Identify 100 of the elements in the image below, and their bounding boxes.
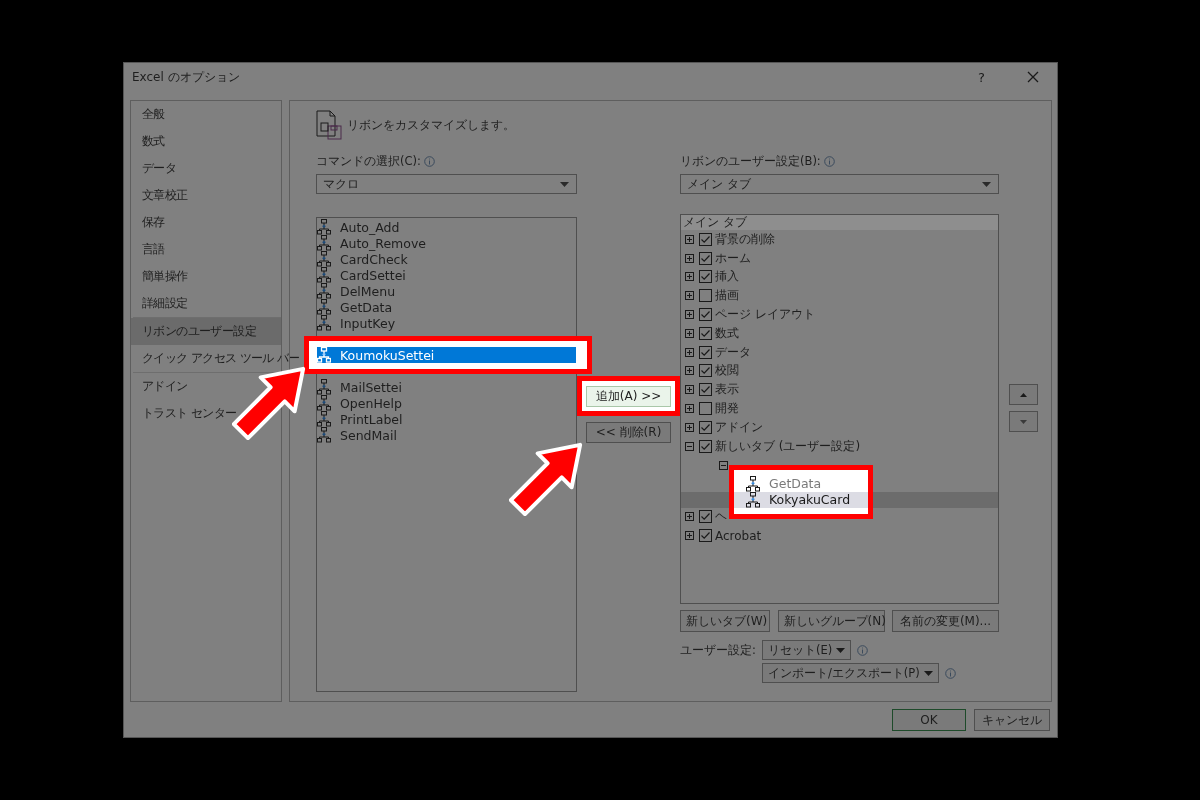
move-up-button[interactable]: [1009, 384, 1038, 405]
sidebar-item[interactable]: 言語: [131, 236, 168, 263]
checkbox[interactable]: [699, 308, 712, 322]
checkbox[interactable]: [699, 326, 712, 340]
expand-icon[interactable]: [685, 310, 694, 320]
checkbox[interactable]: [699, 232, 712, 246]
expand-icon[interactable]: [685, 347, 694, 357]
checkbox[interactable]: [699, 289, 712, 303]
expand-icon[interactable]: [685, 512, 694, 522]
commands-dropdown[interactable]: マクロ: [316, 174, 577, 194]
sidebar-item[interactable]: アドイン: [131, 373, 191, 400]
command-item[interactable]: KoumokuSettei: [317, 347, 576, 363]
expand-icon[interactable]: [685, 328, 694, 338]
tab-item[interactable]: ホーム: [715, 249, 751, 267]
checkbox[interactable]: [699, 345, 712, 359]
tab-item[interactable]: 校閲: [715, 362, 739, 380]
tree-action-button[interactable]: 新しいタブ(W): [680, 610, 770, 632]
ribbon-dropdown[interactable]: メイン タブ: [680, 174, 999, 194]
ok-button[interactable]: OK: [892, 709, 966, 731]
import-export-dropdown[interactable]: インポート/エクスポート(P): [762, 663, 939, 683]
dropdown-arrow-icon: [836, 647, 846, 653]
info-icon: [423, 155, 435, 167]
command-item[interactable]: PrintLabel: [317, 411, 576, 427]
checkbox[interactable]: [699, 251, 712, 265]
heading-text: リボンをカスタマイズします。: [347, 116, 515, 134]
cancel-button[interactable]: キャンセル: [974, 709, 1050, 731]
macro-icon: [317, 379, 331, 395]
macro-icon: [317, 235, 331, 251]
macro-icon: [317, 283, 331, 299]
tab-item[interactable]: 新しいタブ (ユーザー設定): [715, 437, 861, 455]
sidebar-item[interactable]: 数式: [131, 128, 168, 155]
command-item[interactable]: CardCheck: [317, 251, 576, 267]
collapse-icon[interactable]: [719, 461, 728, 471]
checkbox[interactable]: [699, 402, 712, 416]
command-item[interactable]: GetData: [317, 299, 576, 315]
expand-icon[interactable]: [685, 404, 694, 414]
sidebar-item[interactable]: 簡単操作: [131, 263, 191, 290]
checkbox[interactable]: [699, 529, 712, 543]
macro-icon: [317, 347, 331, 363]
help-button[interactable]: ?: [974, 69, 989, 85]
checkbox[interactable]: [699, 364, 712, 378]
checkbox[interactable]: [699, 383, 712, 397]
tab-item[interactable]: 開発: [715, 400, 739, 418]
collapse-icon[interactable]: [685, 441, 694, 451]
tree-header: メイン タブ: [681, 215, 998, 230]
add-button[interactable]: 追加(A) >>: [586, 386, 671, 407]
command-item[interactable]: DelMenu: [317, 283, 576, 299]
macro-icon: [317, 251, 331, 267]
tab-item[interactable]: ヘ: [715, 508, 727, 526]
dropdown-arrow-icon: [923, 670, 933, 676]
customize-label: ユーザー設定:: [680, 642, 757, 658]
macro-icon: [317, 219, 331, 235]
checkbox[interactable]: [699, 510, 712, 524]
remove-button[interactable]: << 削除(R): [586, 422, 671, 443]
expand-icon[interactable]: [685, 422, 694, 432]
macro-item[interactable]: KokyakuCard: [734, 491, 868, 508]
expand-icon[interactable]: [685, 531, 694, 541]
sidebar-item[interactable]: 保存: [131, 209, 168, 236]
checkbox[interactable]: [699, 439, 712, 453]
close-icon[interactable]: [1027, 71, 1039, 83]
tab-item[interactable]: 挿入: [715, 268, 739, 286]
macro-item[interactable]: GetData: [734, 475, 868, 492]
macro-icon: [746, 475, 760, 492]
tab-item[interactable]: 数式: [715, 324, 739, 342]
expand-icon[interactable]: [685, 272, 694, 282]
tab-item[interactable]: Acrobat: [715, 528, 762, 543]
macro-icon: [317, 411, 331, 427]
expand-icon[interactable]: [685, 253, 694, 263]
commands-label: コマンドの選択(C):: [316, 153, 421, 169]
tab-item[interactable]: アドイン: [715, 418, 763, 436]
tree-action-button[interactable]: 名前の変更(M)...: [892, 610, 999, 632]
up-triangle-icon: [1020, 392, 1027, 397]
command-item[interactable]: SendMail: [317, 427, 576, 443]
command-item[interactable]: Auto_Remove: [317, 235, 576, 251]
reset-dropdown[interactable]: リセット(E): [762, 640, 852, 660]
checkbox[interactable]: [699, 420, 712, 434]
tab-item[interactable]: ページ レイアウト: [715, 306, 815, 324]
sidebar-item[interactable]: 文章校正: [131, 182, 191, 209]
command-item[interactable]: Auto_Add: [317, 219, 576, 235]
sidebar-item[interactable]: リボンのユーザー設定: [131, 318, 281, 345]
tree-action-button[interactable]: 新しいグループ(N): [777, 610, 885, 632]
dropdown-arrow-icon: [560, 181, 569, 187]
command-item[interactable]: InputKey: [317, 315, 576, 331]
expand-icon[interactable]: [685, 366, 694, 376]
command-item[interactable]: CardSettei: [317, 267, 576, 283]
expand-icon[interactable]: [685, 385, 694, 395]
tab-item[interactable]: 描画: [715, 287, 739, 305]
tab-item[interactable]: 背景の削除: [715, 230, 775, 248]
command-item[interactable]: OpenHelp: [317, 395, 576, 411]
expand-icon[interactable]: [685, 291, 694, 301]
command-item[interactable]: MailSettei: [317, 379, 576, 395]
expand-icon[interactable]: [685, 234, 694, 244]
tab-item[interactable]: 表示: [715, 381, 739, 399]
checkbox[interactable]: [699, 270, 712, 284]
sidebar-item[interactable]: トラスト センター: [131, 400, 240, 427]
tab-item[interactable]: データ: [715, 343, 751, 361]
sidebar-item[interactable]: 全般: [131, 101, 168, 128]
sidebar-item[interactable]: 詳細設定: [131, 290, 191, 317]
sidebar-item[interactable]: データ: [131, 155, 180, 182]
ribbon-document-icon: [316, 110, 342, 140]
